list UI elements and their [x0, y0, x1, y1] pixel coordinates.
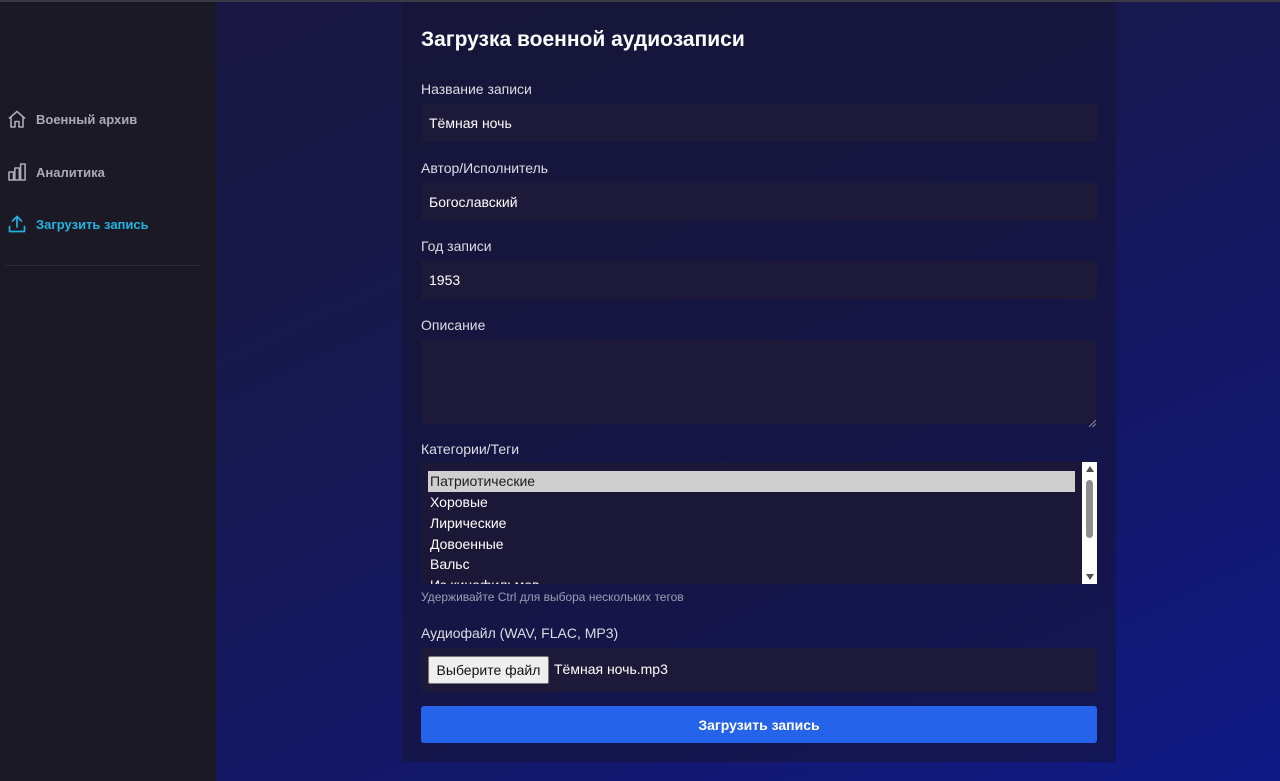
description-label: Описание [421, 317, 486, 333]
sidebar-item-archive[interactable]: Военный архив [6, 107, 137, 131]
sidebar-item-label: Загрузить запись [36, 216, 149, 232]
list-item[interactable]: Из кинофильмов [428, 575, 1075, 584]
submit-upload-button[interactable]: Загрузить запись [421, 706, 1097, 743]
upload-icon [6, 213, 28, 235]
resize-grip-icon[interactable] [1088, 414, 1097, 428]
scroll-down-arrow-icon[interactable] [1082, 570, 1097, 584]
home-icon [6, 108, 28, 130]
page-title: Загрузка военной аудиозаписи [421, 28, 745, 51]
list-item[interactable]: Патриотические [428, 471, 1075, 492]
list-item[interactable]: Хоровые [428, 492, 1075, 513]
tags-label: Категории/Теги [421, 441, 520, 457]
file-label: Аудиофайл (WAV, FLAC, MP3) [421, 625, 619, 641]
name-input[interactable] [421, 104, 1097, 142]
author-input[interactable] [421, 183, 1097, 221]
tags-scrollbar[interactable] [1082, 462, 1097, 584]
list-item[interactable]: Вальс [428, 554, 1075, 575]
sidebar-item-label: Военный архив [36, 111, 138, 127]
year-label: Год записи [421, 238, 492, 254]
description-textarea[interactable] [421, 340, 1097, 424]
choose-file-button[interactable]: Выберите файл [428, 656, 549, 684]
year-input[interactable] [421, 261, 1097, 299]
list-item[interactable]: Лирические [428, 513, 1075, 534]
author-label: Автор/Исполнитель [421, 160, 549, 176]
tags-listbox[interactable]: Патриотические Хоровые Лирические Довоен… [421, 462, 1097, 584]
name-label: Название записи [421, 81, 532, 97]
sidebar-divider [6, 265, 201, 266]
sidebar-item-analytics[interactable]: Аналитика [6, 160, 105, 184]
list-item[interactable]: Довоенные [428, 534, 1075, 555]
sidebar-item-upload[interactable]: Загрузить запись [6, 212, 149, 236]
tags-hint: Удерживайте Ctrl для выбора нескольких т… [421, 590, 684, 604]
bar-chart-icon [6, 161, 28, 183]
selected-file-name: Тёмная ночь.mp3 [554, 661, 668, 677]
sidebar-item-label: Аналитика [36, 164, 105, 180]
sidebar: Военный архив Аналитика Загрузить запись [0, 2, 216, 781]
scroll-thumb[interactable] [1086, 480, 1093, 538]
scroll-up-arrow-icon[interactable] [1082, 462, 1097, 476]
